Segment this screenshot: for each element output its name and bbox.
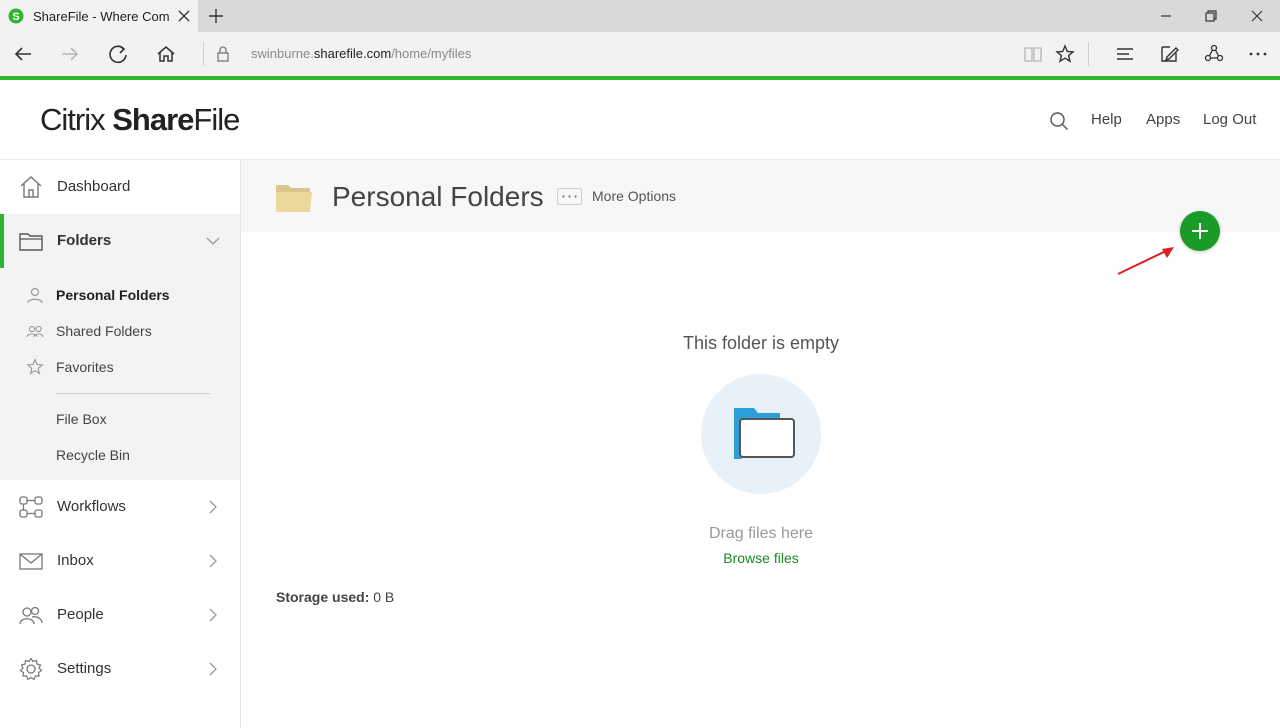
refresh-icon[interactable] [107, 43, 129, 65]
sidebar-sub-label: Shared Folders [56, 323, 152, 339]
logo-share: Share [112, 102, 194, 137]
logo-file: File [193, 102, 240, 137]
sidebar-item-personal-folders[interactable]: Personal Folders [0, 278, 240, 310]
url-prefix: swinburne. [251, 46, 314, 61]
sidebar-item-workflows[interactable]: Workflows [0, 480, 240, 534]
close-window-icon[interactable] [1247, 6, 1267, 26]
web-note-icon[interactable] [1158, 43, 1180, 65]
app-header: Citrix ShareFile Help Apps Log Out [0, 80, 1280, 160]
logo-citrix: Citrix [40, 102, 113, 137]
toolbar-separator [1088, 42, 1089, 66]
sidebar-item-inbox[interactable]: Inbox [0, 534, 240, 588]
storage-label: Storage used: [276, 589, 370, 605]
browser-nav-bar: swinburne.sharefile.com/home/myfiles [0, 32, 1280, 76]
sidebar-item-people[interactable]: People [0, 588, 240, 642]
sidebar-item-label: Workflows [57, 498, 126, 515]
workflow-icon [19, 496, 43, 518]
sharefile-favicon-icon: S [8, 8, 24, 24]
folder-icon [276, 185, 312, 212]
add-button[interactable] [1180, 211, 1220, 251]
group-icon [26, 325, 44, 338]
drag-files-text: Drag files here [708, 525, 814, 542]
ellipsis-icon [562, 195, 577, 198]
people-icon [19, 606, 43, 625]
folders-submenu: Personal Folders Shared Folders Favorite… [0, 268, 240, 480]
sidebar-item-label: Inbox [57, 552, 94, 569]
sidebar-sub-label: Favorites [56, 359, 114, 375]
hub-icon[interactable] [1114, 43, 1136, 65]
sidebar-item-recycle-bin[interactable]: Recycle Bin [0, 438, 240, 470]
reading-view-icon[interactable] [1022, 43, 1044, 65]
lock-icon [217, 46, 229, 62]
empty-folder-message: This folder is empty [682, 333, 840, 353]
help-link[interactable]: Help [1091, 111, 1122, 128]
sidebar-item-favorites[interactable]: Favorites [0, 350, 240, 382]
chevron-right-icon [209, 554, 217, 568]
sidebar-item-folders[interactable]: Folders [0, 214, 240, 268]
forward-icon[interactable] [59, 43, 81, 65]
back-icon[interactable] [12, 43, 34, 65]
chevron-right-icon [209, 662, 217, 676]
sidebar-item-settings[interactable]: Settings [0, 642, 240, 696]
chevron-right-icon [209, 500, 217, 514]
url-path: /home/myfiles [391, 46, 472, 61]
gear-icon [19, 657, 43, 681]
more-actions-icon[interactable] [1247, 43, 1269, 65]
page-header-bar: Personal Folders More Options [241, 160, 1280, 232]
search-icon[interactable] [1049, 111, 1069, 131]
close-tab-icon[interactable] [176, 8, 192, 24]
chevron-down-icon[interactable] [205, 233, 221, 249]
new-tab-icon[interactable] [206, 6, 226, 26]
apps-link[interactable]: Apps [1146, 111, 1180, 128]
storage-value: 0 B [373, 589, 395, 605]
sidebar-sub-label: Recycle Bin [56, 447, 130, 463]
favorite-star-icon[interactable] [1054, 43, 1076, 65]
sidebar: Dashboard Folders Personal Folders Share… [0, 160, 241, 728]
sidebar-item-file-box[interactable]: File Box [0, 402, 240, 434]
star-icon [26, 358, 44, 375]
citrix-sharefile-logo[interactable]: Citrix ShareFile [40, 102, 240, 138]
person-icon [27, 287, 43, 304]
browser-tab[interactable]: S ShareFile - Where Comp [0, 0, 198, 32]
folder-icon [19, 233, 43, 251]
annotation-arrow-icon [1117, 247, 1174, 275]
home-icon[interactable] [155, 43, 177, 65]
minimize-icon[interactable] [1156, 6, 1176, 26]
empty-folder-icon [734, 408, 795, 459]
sidebar-item-label: Dashboard [57, 178, 131, 195]
tab-title: ShareFile - Where Comp [33, 9, 169, 24]
page-title: Personal Folders [332, 181, 544, 212]
logout-link[interactable]: Log Out [1203, 111, 1256, 128]
share-icon[interactable] [1203, 43, 1225, 65]
browser-tab-bar: S ShareFile - Where Comp [0, 0, 1280, 32]
sidebar-sub-label: Personal Folders [56, 287, 170, 303]
active-indicator [0, 214, 4, 268]
sidebar-item-label: People [57, 606, 104, 623]
envelope-icon [19, 553, 43, 570]
chevron-right-icon [209, 608, 217, 622]
more-options-icon[interactable] [557, 188, 582, 205]
url-host: sharefile.com [313, 46, 392, 61]
address-bar[interactable]: swinburne.sharefile.com/home/myfiles [251, 46, 471, 61]
address-separator [203, 42, 204, 66]
browse-files-link[interactable]: Browse files [641, 550, 881, 566]
more-options-button[interactable]: More Options [592, 188, 676, 204]
sidebar-item-dashboard[interactable]: Dashboard [0, 160, 240, 214]
sidebar-item-label: Folders [57, 232, 112, 249]
svg-text:S: S [12, 11, 19, 23]
submenu-divider [56, 393, 210, 394]
sidebar-item-label: Settings [57, 660, 112, 677]
home-icon [20, 176, 42, 198]
restore-icon[interactable] [1201, 6, 1221, 26]
storage-used: Storage used: 0 B [276, 589, 394, 605]
sidebar-sub-label: File Box [56, 411, 107, 427]
sidebar-item-shared-folders[interactable]: Shared Folders [0, 314, 240, 346]
plus-icon [1192, 223, 1208, 239]
